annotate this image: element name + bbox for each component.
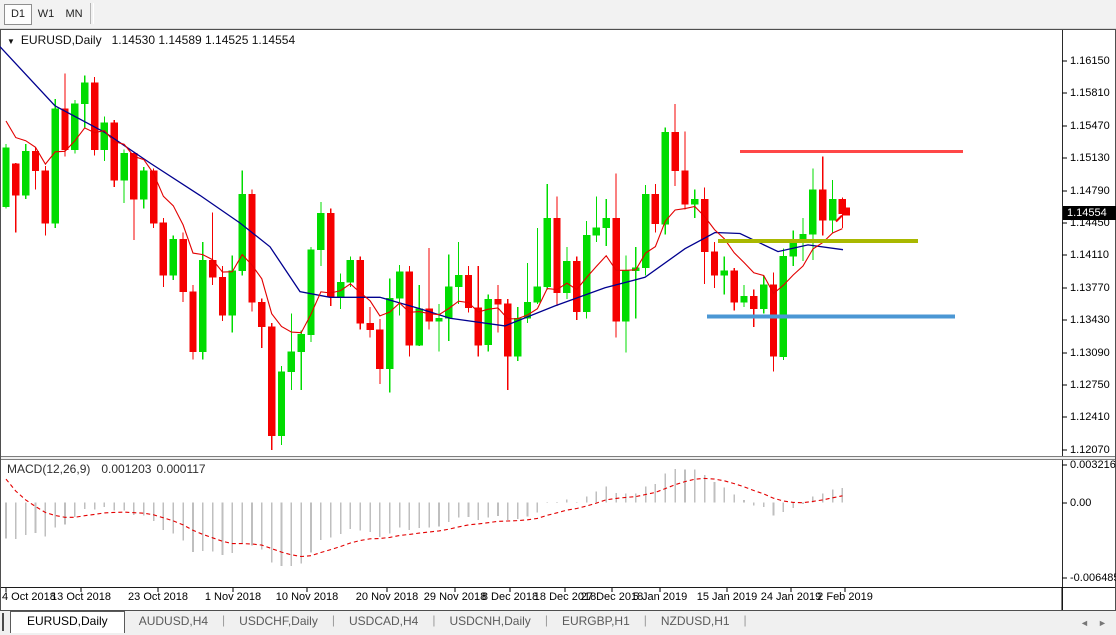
timeframe-button-d1[interactable]: D1	[4, 4, 32, 25]
price-axis-label: 1.13770	[1070, 281, 1110, 294]
chevron-down-icon[interactable]: ▼	[7, 37, 15, 46]
tab-bar-grip[interactable]	[2, 613, 4, 631]
tab-usdchf[interactable]: USDCHF,Daily	[225, 611, 332, 631]
macd-signal-value: 0.000117	[156, 462, 206, 476]
date-axis-label: 8 Dec 2018	[481, 591, 539, 603]
tab-scroll-left-icon[interactable]: ◄	[1080, 618, 1089, 628]
date-axis-label: 29 Nov 2018	[423, 591, 487, 603]
price-axis-label: 1.13090	[1070, 346, 1110, 359]
date-axis-label: 20 Nov 2018	[355, 591, 419, 603]
macd-name: MACD(12,26,9)	[7, 462, 91, 476]
tab-audusd[interactable]: AUDUSD,H4	[125, 611, 222, 631]
timeframe-button-mn[interactable]: MN	[60, 4, 88, 25]
timeframe-button-w1[interactable]: W1	[32, 4, 60, 25]
macd-axis-label: 0.00	[1070, 496, 1092, 509]
chart-window[interactable]	[0, 29, 1116, 611]
timeframe-toolbar: D1 W1 MN	[0, 0, 1116, 29]
price-axis-label: 1.15810	[1070, 87, 1110, 100]
date-axis-label: 4 Oct 2018	[2, 591, 56, 603]
date-axis-label: 15 Jan 2019	[696, 591, 758, 603]
tab-usdcad[interactable]: USDCAD,H4	[335, 611, 432, 631]
macd-indicator-label: MACD(12,26,9) 0.001203 0.000117	[7, 462, 211, 476]
date-axis-label: 5 Jan 2019	[632, 591, 688, 603]
current-price-badge: 1.14554	[1063, 206, 1116, 221]
toolbar-separator	[90, 3, 94, 24]
date-axis-label: 10 Nov 2018	[275, 591, 339, 603]
chart-ohlc-values: 1.14530 1.14589 1.14525 1.14554	[111, 33, 296, 47]
price-axis-label: 1.13430	[1070, 314, 1110, 327]
chart-symbol-label: EURUSD,Daily	[20, 33, 102, 47]
price-axis-label: 1.12750	[1070, 378, 1110, 391]
price-axis-divider	[1062, 30, 1063, 610]
tab-usdcnh[interactable]: USDCNH,Daily	[435, 611, 544, 631]
indicator-panel-divider[interactable]	[1, 456, 1115, 460]
chart-title-bar: ▼ EURUSD,Daily 1.14530 1.14589 1.14525 1.1…	[7, 33, 295, 47]
date-axis-label: 23 Oct 2018	[128, 591, 188, 603]
price-axis-label: 1.14110	[1070, 249, 1109, 262]
time-axis-line	[1, 587, 1115, 588]
tab-scroll-right-icon[interactable]: ►	[1098, 618, 1107, 628]
price-axis-label: 1.12070	[1070, 443, 1110, 456]
macd-axis-label: -0.006485	[1070, 571, 1116, 584]
chart-tab-bar: EURUSD,Daily AUDUSD,H4 | USDCHF,Daily | USDCA…	[0, 611, 1116, 635]
tab-eurgbp[interactable]: EURGBP,H1	[548, 611, 644, 631]
tab-separator: |	[743, 613, 747, 627]
price-axis-label: 1.14790	[1070, 184, 1110, 197]
price-axis-label: 1.15130	[1070, 152, 1110, 165]
timeframe-buttons: D1 W1 MN	[0, 4, 88, 25]
date-axis-label: 1 Nov 2018	[204, 591, 262, 603]
tab-eurusd[interactable]: EURUSD,Daily	[10, 611, 125, 633]
date-axis-label: 13 Oct 2018	[51, 591, 111, 603]
date-axis-label: 24 Jan 2019	[760, 591, 822, 603]
mt4-window: D1 W1 MN ▼ EURUSD,Daily 1.14530 1.14589 1.14…	[0, 0, 1116, 635]
date-axis-label: 2 Feb 2019	[817, 591, 873, 603]
macd-axis-label: 0.003216	[1070, 459, 1116, 472]
macd-main-value: 0.001203	[101, 462, 152, 476]
price-axis-label: 1.16150	[1070, 55, 1110, 67]
chart-tabs: EURUSD,Daily AUDUSD,H4 | USDCHF,Daily | USDCA…	[10, 611, 747, 635]
price-axis-label: 1.12410	[1070, 411, 1110, 424]
tab-nzdusd[interactable]: NZDUSD,H1	[647, 611, 744, 631]
price-axis-label: 1.15470	[1070, 119, 1110, 132]
